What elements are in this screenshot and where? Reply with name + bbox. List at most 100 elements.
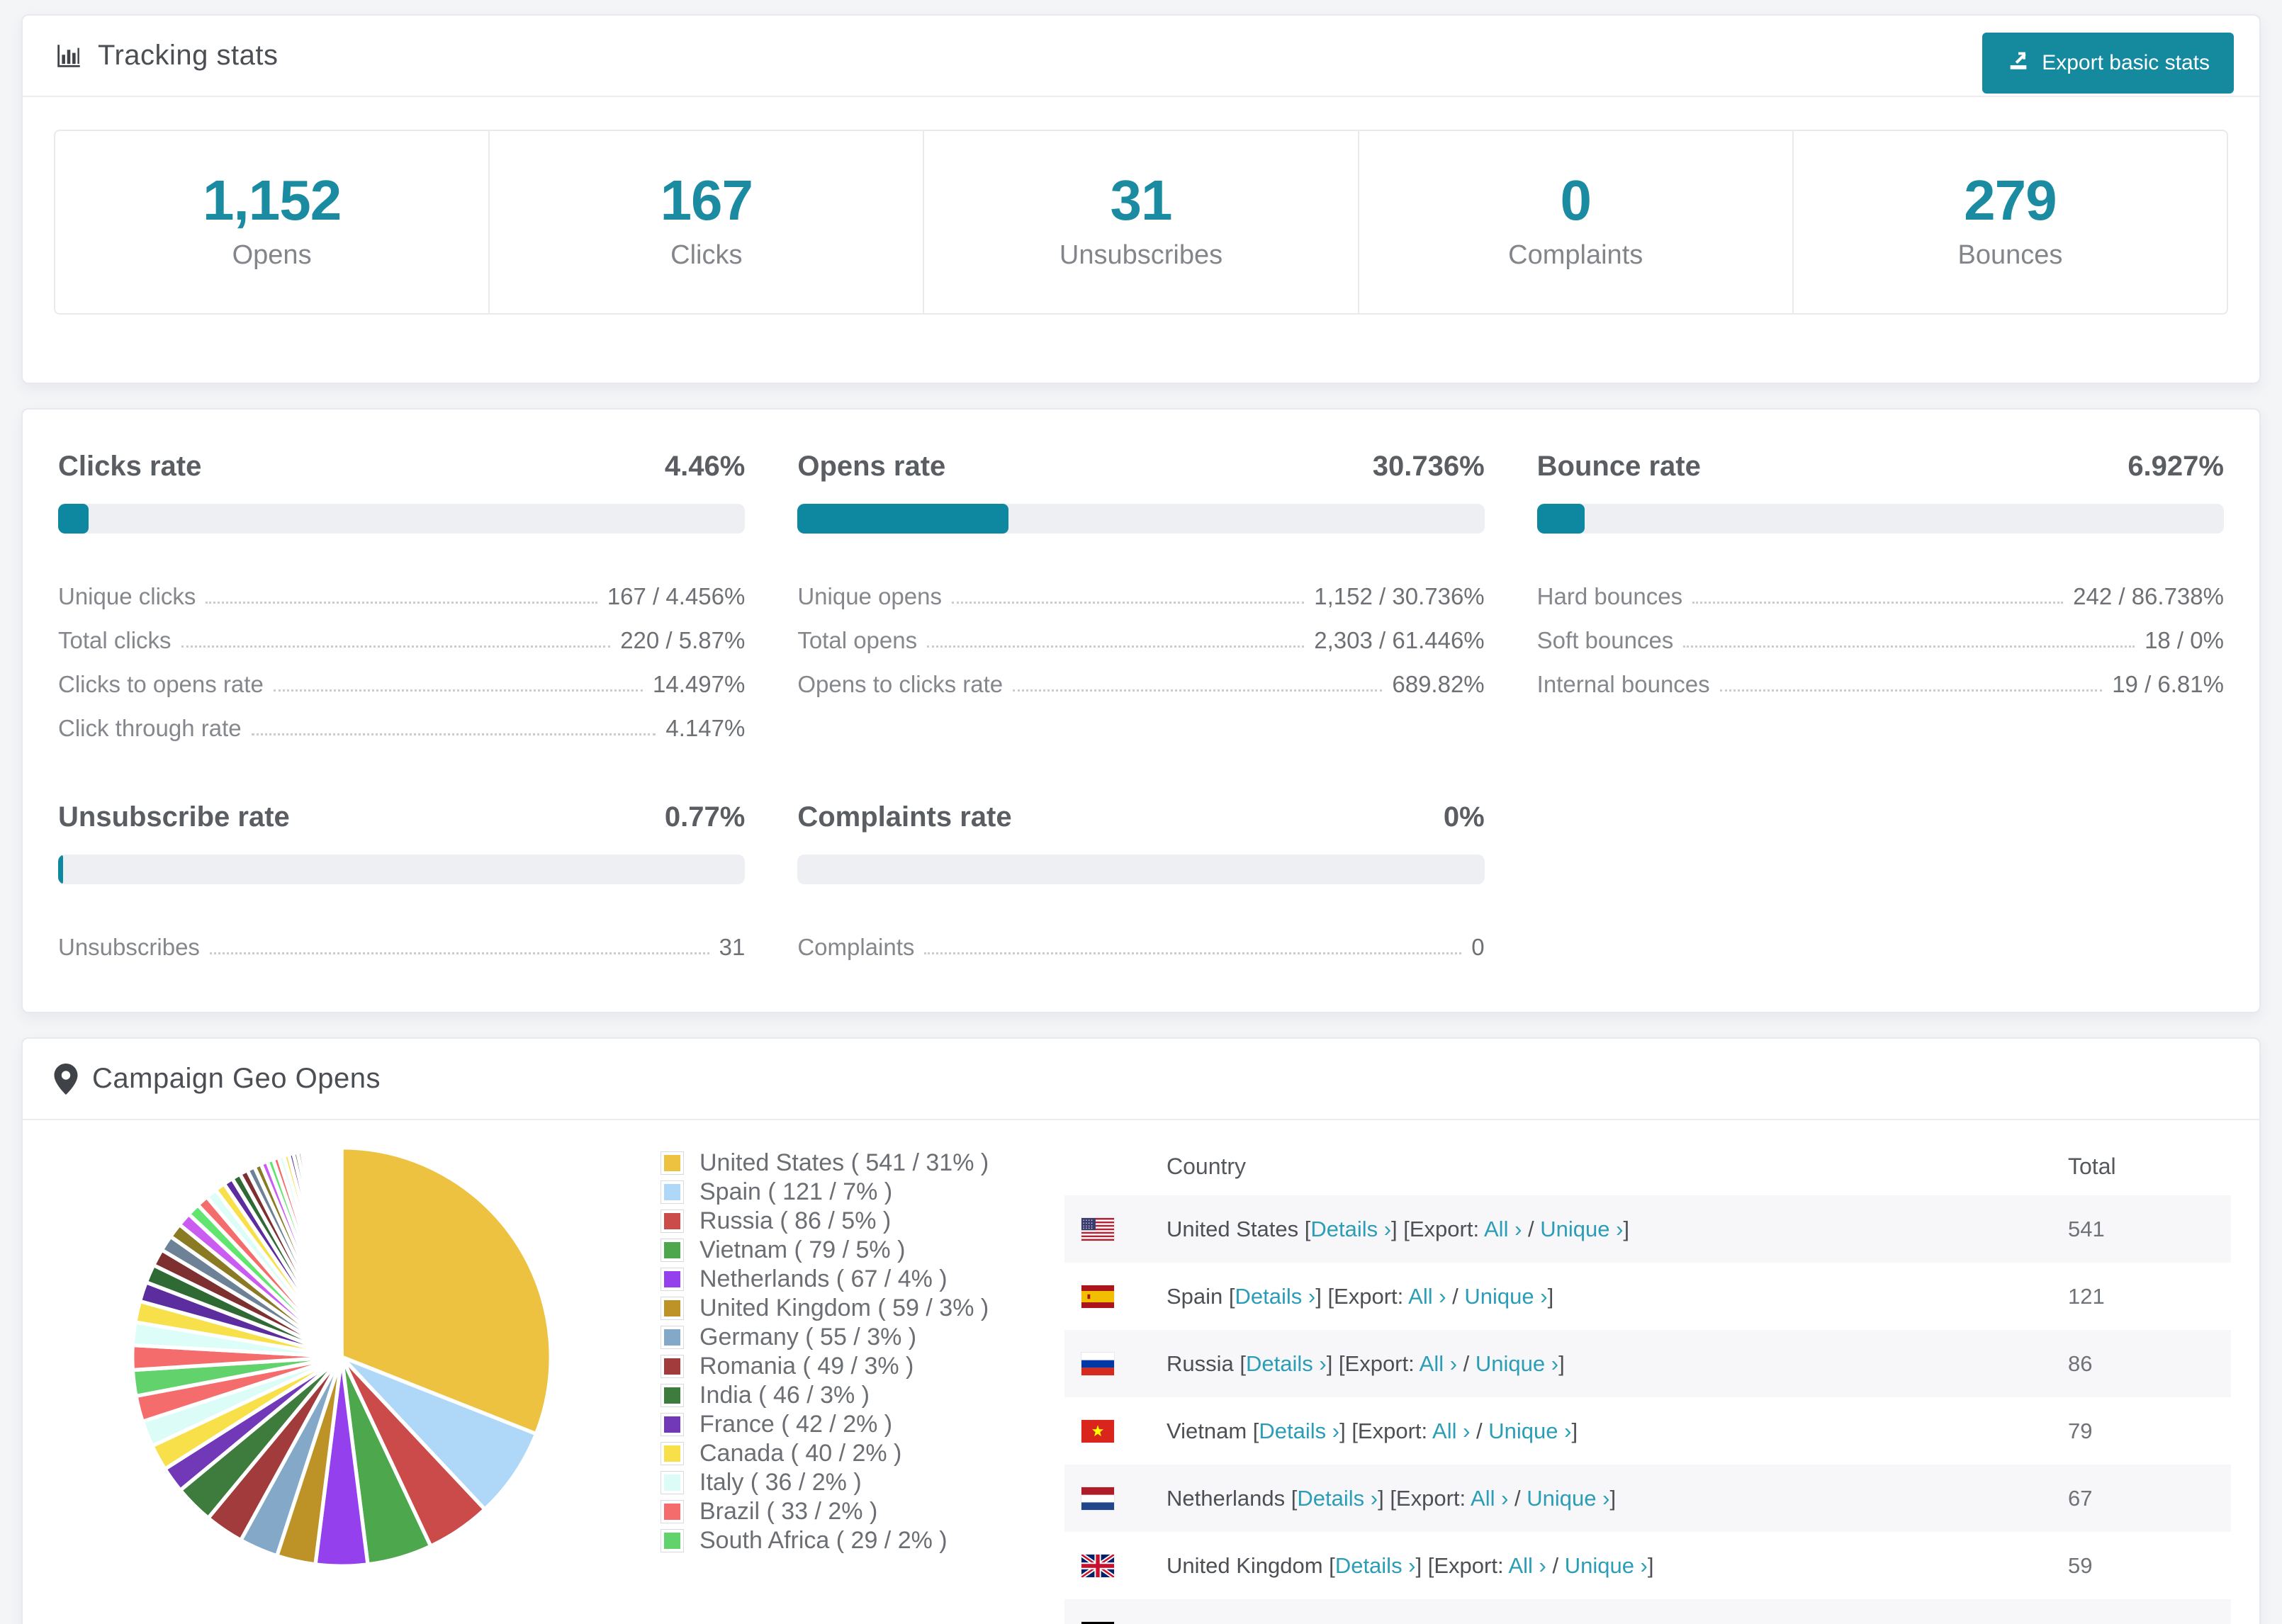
legend-swatch	[661, 1151, 684, 1175]
rate-head: Opens rate 30.736%	[797, 451, 1484, 483]
details-link[interactable]: Details ›	[1246, 1351, 1327, 1376]
rate-block-complaints-rate: Complaints rate 0% Complaints 0	[797, 801, 1485, 961]
rate-value: 6.927%	[2128, 451, 2224, 482]
rate-row-value: 19 / 6.81%	[2112, 671, 2224, 697]
export-all-link[interactable]: All ›	[1484, 1217, 1522, 1241]
dotted-leader	[209, 952, 709, 954]
rate-row-label: Clicks to opens rate	[58, 671, 264, 697]
stat-cell-bounces: 279 Bounces	[1794, 131, 2227, 313]
rate-title: Bounce rate	[1536, 451, 1701, 482]
geo-pie-chart	[51, 1137, 661, 1624]
legend-item-italy: Italy ( 36 / 2% )	[661, 1468, 1057, 1497]
rate-title: Clicks rate	[58, 451, 202, 482]
stat-label: Opens	[232, 240, 312, 270]
export-all-link[interactable]: All ›	[1420, 1351, 1457, 1376]
export-all-link[interactable]: All ›	[1471, 1486, 1508, 1511]
rate-progress-bar	[797, 855, 1485, 884]
rate-rows: Unique opens 1,152 / 30.736% Total opens…	[797, 566, 1484, 698]
rate-row-value: 14.497%	[653, 671, 746, 697]
legend-swatch	[661, 1326, 684, 1349]
table-row-ru: Russia [Details ›] [Export: All › / Uniq…	[1064, 1330, 2231, 1397]
legend-label: Vietnam ( 79 / 5% )	[699, 1236, 906, 1263]
rate-row-label: Unsubscribes	[58, 934, 200, 960]
dotted-leader	[251, 733, 656, 735]
details-link[interactable]: Details ›	[1335, 1553, 1416, 1578]
legend-swatch	[661, 1442, 684, 1465]
rate-block-opens-rate: Opens rate 30.736% Unique opens 1,152 / …	[797, 451, 1485, 742]
legend-swatch	[661, 1239, 684, 1262]
rate-row-value: 18 / 0%	[2145, 627, 2224, 653]
geo-th-total: Total	[2068, 1153, 2116, 1179]
legend-item-spain: Spain ( 121 / 7% )	[661, 1178, 1057, 1207]
rate-row: Unsubscribes 31	[58, 917, 745, 961]
rate-progress-fill	[797, 504, 1009, 534]
rate-rows: Complaints 0	[797, 917, 1484, 961]
rate-progress-bar	[797, 504, 1485, 534]
table-row-nl: Netherlands [Details ›] [Export: All › /…	[1064, 1465, 2231, 1532]
export-all-link[interactable]: All ›	[1508, 1553, 1546, 1578]
stat-label: Bounces	[1957, 240, 2063, 270]
legend-label: United Kingdom ( 59 / 3% )	[699, 1295, 989, 1321]
geo-opens-card: Campaign Geo Opens United States ( 541 /…	[21, 1037, 2261, 1624]
legend-item-united-kingdom: United Kingdom ( 59 / 3% )	[661, 1294, 1057, 1323]
rate-row-label: Opens to clicks rate	[797, 671, 1004, 697]
stat-value: 167	[660, 169, 753, 232]
dotted-leader	[206, 602, 597, 604]
rate-progress-fill	[1536, 504, 1585, 534]
rate-title: Opens rate	[797, 451, 946, 482]
rate-row-value: 689.82%	[1392, 671, 1485, 697]
export-all-link[interactable]: All ›	[1432, 1419, 1470, 1443]
rate-row-value: 167 / 4.456%	[607, 583, 746, 609]
export-unique-link[interactable]: Unique ›	[1488, 1419, 1571, 1443]
rate-rows: Unique clicks 167 / 4.456% Total clicks …	[58, 566, 745, 742]
details-link[interactable]: Details ›	[1259, 1419, 1339, 1443]
rate-row-label: Internal bounces	[1536, 671, 1710, 697]
stat-cell-clicks: 167 Clicks	[490, 131, 925, 313]
details-link[interactable]: Details ›	[1310, 1217, 1391, 1241]
legend-label: India ( 46 / 3% )	[699, 1382, 870, 1409]
legend-label: South Africa ( 29 / 2% )	[699, 1527, 948, 1554]
export-basic-stats-button[interactable]: Export basic stats	[1982, 33, 2234, 94]
details-link[interactable]: Details ›	[1297, 1486, 1378, 1511]
stat-value: 31	[1110, 169, 1173, 232]
legend-item-south-africa: South Africa ( 29 / 2% )	[661, 1526, 1057, 1555]
stat-value: 1,152	[203, 169, 342, 232]
legend-swatch	[661, 1355, 684, 1378]
table-row-es: Spain [Details ›] [Export: All › / Uniqu…	[1064, 1263, 2231, 1330]
legend-item-russia: Russia ( 86 / 5% )	[661, 1207, 1057, 1236]
export-unique-link[interactable]: Unique ›	[1476, 1351, 1558, 1376]
legend-swatch	[661, 1413, 684, 1436]
stat-cell-unsubscribes: 31 Unsubscribes	[924, 131, 1359, 313]
geo-table: Country Total United States [Details ›] …	[1064, 1137, 2231, 1624]
rate-row-label: Hard bounces	[1536, 583, 1683, 609]
rate-head: Clicks rate 4.46%	[58, 451, 745, 483]
export-unique-link[interactable]: Unique ›	[1540, 1217, 1623, 1241]
legend-label: Spain ( 121 / 7% )	[699, 1178, 893, 1205]
rates-grid: Clicks rate 4.46% Unique clicks 167 / 4.…	[23, 410, 2259, 1012]
geo-total-value: 121	[2068, 1283, 2105, 1309]
export-all-link[interactable]: All ›	[1408, 1284, 1446, 1309]
stat-label: Clicks	[670, 240, 743, 270]
rate-row-value: 242 / 86.738%	[2073, 583, 2224, 609]
dotted-leader	[181, 645, 611, 648]
export-unique-link[interactable]: Unique ›	[1565, 1553, 1648, 1578]
country-cell: Russia [Details ›] [Export: All › / Uniq…	[1167, 1350, 1565, 1376]
details-link[interactable]: Details ›	[1235, 1284, 1316, 1309]
legend-label: France ( 42 / 2% )	[699, 1411, 893, 1438]
export-unique-link[interactable]: Unique ›	[1464, 1284, 1547, 1309]
export-unique-link[interactable]: Unique ›	[1527, 1486, 1609, 1511]
rate-block-unsubscribe-rate: Unsubscribe rate 0.77% Unsubscribes 31	[58, 801, 746, 961]
stat-value: 279	[1964, 169, 2057, 232]
rate-row: Unique clicks 167 / 4.456%	[58, 566, 745, 610]
geo-total-value: 67	[2068, 1485, 2093, 1511]
geo-table-header: Country Total	[1064, 1137, 2231, 1195]
flag-icon-gb	[1081, 1554, 1114, 1577]
legend-swatch	[661, 1500, 684, 1523]
rate-progress-bar	[58, 855, 746, 884]
flag-icon-us	[1081, 1217, 1114, 1241]
dotted-leader	[1683, 645, 2135, 648]
rate-row: Internal bounces 19 / 6.81%	[1537, 654, 2224, 698]
rate-progress-bar	[1536, 504, 2224, 534]
table-row-de	[1064, 1599, 2231, 1624]
geo-th-country: Country	[1167, 1153, 1247, 1179]
